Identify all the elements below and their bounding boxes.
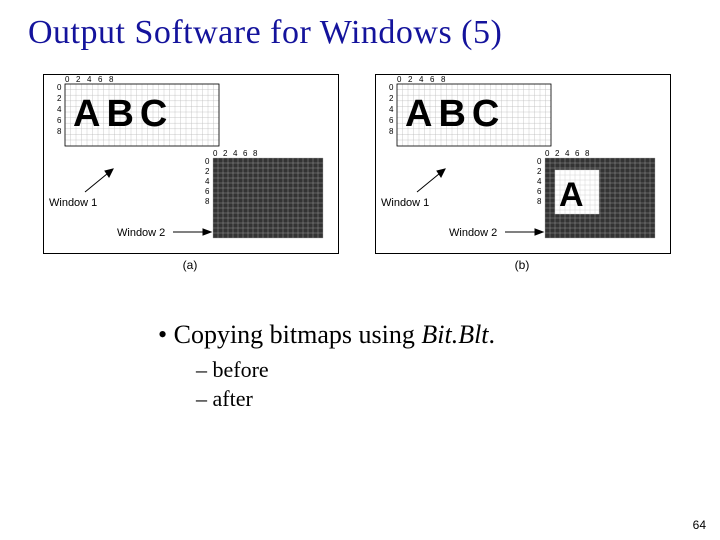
svg-text:4: 4 xyxy=(233,149,238,158)
svg-text:0: 0 xyxy=(537,157,542,166)
bullet-main-emph: Bit.Blt xyxy=(421,320,488,349)
svg-text:4: 4 xyxy=(87,75,92,84)
figure-panel-a: ABC 02468 02468 02468 02468 xyxy=(35,66,345,306)
bullet-list: • Copying bitmaps using Bit.Blt. – befor… xyxy=(158,320,692,413)
bullet-main-suffix: . xyxy=(489,320,496,349)
bullet-sub-after: – after xyxy=(196,385,692,414)
svg-text:6: 6 xyxy=(205,187,210,196)
svg-text:0: 0 xyxy=(545,149,550,158)
svg-text:Window 2: Window 2 xyxy=(449,227,497,239)
svg-text:8: 8 xyxy=(109,75,114,84)
window1-label: Window 1 xyxy=(49,197,97,209)
panel-a-svg: ABC 02468 02468 02468 02468 xyxy=(43,74,339,254)
figure-panel-b: ABC 02468 02468 xyxy=(367,66,677,306)
svg-text:4: 4 xyxy=(565,149,570,158)
svg-text:2: 2 xyxy=(223,149,228,158)
page-number: 64 xyxy=(693,518,706,532)
svg-text:0: 0 xyxy=(57,83,62,92)
svg-text:8: 8 xyxy=(389,127,394,136)
svg-text:6: 6 xyxy=(537,187,542,196)
svg-text:ABC: ABC xyxy=(405,93,505,135)
panel-b-svg: ABC 02468 02468 xyxy=(375,74,671,254)
svg-text:2: 2 xyxy=(205,167,210,176)
svg-text:0: 0 xyxy=(213,149,218,158)
svg-text:2: 2 xyxy=(389,94,394,103)
svg-text:8: 8 xyxy=(585,149,590,158)
svg-text:8: 8 xyxy=(57,127,62,136)
svg-text:0: 0 xyxy=(205,157,210,166)
svg-text:2: 2 xyxy=(408,75,413,84)
svg-text:4: 4 xyxy=(389,105,394,114)
svg-text:8: 8 xyxy=(205,197,210,206)
svg-text:8: 8 xyxy=(253,149,258,158)
caption-b: (b) xyxy=(367,258,677,272)
svg-text:8: 8 xyxy=(537,197,542,206)
svg-text:6: 6 xyxy=(430,75,435,84)
window1-text: ABC xyxy=(73,93,173,135)
svg-text:Window 1: Window 1 xyxy=(381,197,429,209)
svg-text:6: 6 xyxy=(389,116,394,125)
svg-text:8: 8 xyxy=(441,75,446,84)
svg-text:4: 4 xyxy=(205,177,210,186)
figures-row: ABC 02468 02468 02468 02468 xyxy=(20,66,692,306)
svg-text:6: 6 xyxy=(98,75,103,84)
caption-a: (a) xyxy=(35,258,345,272)
svg-text:4: 4 xyxy=(57,105,62,114)
window2-label: Window 2 xyxy=(117,227,165,239)
slide-title: Output Software for Windows (5) xyxy=(28,14,692,52)
svg-text:6: 6 xyxy=(575,149,580,158)
bullet-main-text: Copying bitmaps using xyxy=(174,320,422,349)
svg-text:0: 0 xyxy=(65,75,70,84)
svg-text:0: 0 xyxy=(389,83,394,92)
copied-letter: A xyxy=(559,176,584,214)
svg-text:2: 2 xyxy=(537,167,542,176)
bullet-sub-before: – before xyxy=(196,356,692,385)
svg-text:2: 2 xyxy=(57,94,62,103)
svg-text:2: 2 xyxy=(555,149,560,158)
svg-text:6: 6 xyxy=(57,116,62,125)
svg-text:4: 4 xyxy=(537,177,542,186)
svg-text:0: 0 xyxy=(397,75,402,84)
svg-text:6: 6 xyxy=(243,149,248,158)
svg-text:4: 4 xyxy=(419,75,424,84)
svg-text:2: 2 xyxy=(76,75,81,84)
bullet-main: • Copying bitmaps using Bit.Blt. xyxy=(158,320,692,350)
